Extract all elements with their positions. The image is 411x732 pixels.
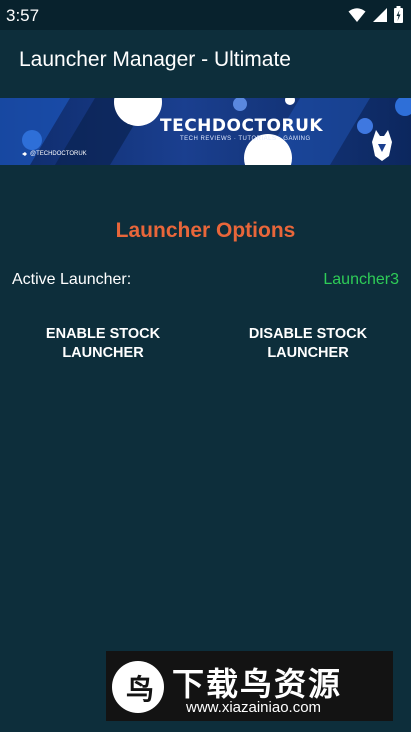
active-launcher-label: Active Launcher:	[12, 271, 132, 288]
battery-icon	[394, 6, 403, 23]
status-time: 3:57	[6, 6, 40, 25]
status-icons	[348, 6, 403, 23]
disable-stock-launcher-label: DISABLE STOCK LAUNCHER	[248, 326, 368, 361]
app-bar: Launcher Manager - Ultimate	[0, 30, 411, 98]
banner-tagline: TECH REVIEWS · TUTORIALS · GAMING	[180, 136, 311, 142]
enable-stock-launcher-label: ENABLE STOCK LAUNCHER	[45, 326, 161, 361]
watermark-url: www.xiazainiao.com	[186, 699, 322, 716]
section-title: Launcher Options	[115, 219, 296, 242]
status-bar: 3:57	[0, 0, 411, 30]
banner-handle: @TECHDOCTORUK	[30, 151, 87, 157]
banner-brand: TECHDOCTORUK	[160, 116, 324, 136]
signal-icon	[373, 7, 387, 22]
disable-stock-launcher-button[interactable]: DISABLE STOCK LAUNCHER	[213, 322, 403, 366]
active-launcher-value: Launcher3	[323, 271, 399, 288]
wifi-icon	[348, 7, 366, 22]
banner-image: TECHDOCTORUK TECH REVIEWS · TUTORIALS · …	[0, 98, 411, 165]
enable-stock-launcher-button[interactable]: ENABLE STOCK LAUNCHER	[8, 322, 198, 366]
app-title: Launcher Manager - Ultimate	[19, 48, 291, 71]
bird-logo-glyph: 鸟	[126, 673, 155, 706]
watermark: 鸟 下载鸟资源 www.xiazainiao.com	[106, 651, 393, 721]
